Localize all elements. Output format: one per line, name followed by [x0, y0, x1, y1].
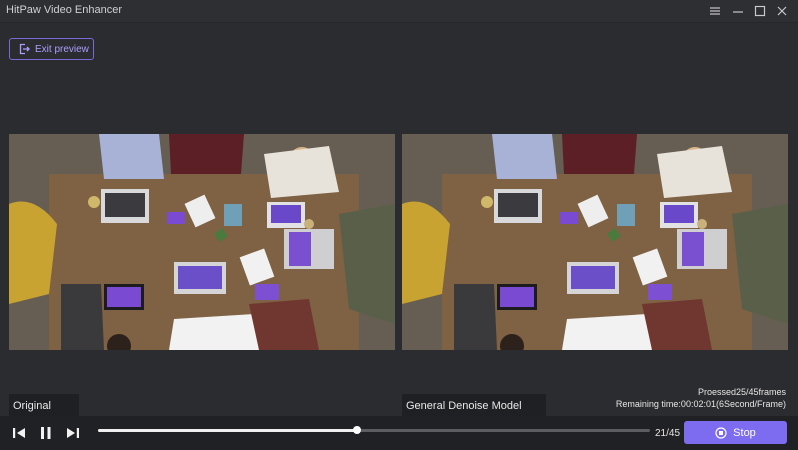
stop-icon	[715, 426, 727, 439]
next-frame-button[interactable]	[63, 424, 81, 442]
frame-counter: 21/45	[655, 428, 681, 439]
maximize-icon[interactable]	[750, 2, 770, 20]
pause-button[interactable]	[37, 424, 55, 442]
original-label: Original	[9, 394, 79, 416]
stop-button[interactable]: Stop	[684, 421, 787, 444]
model-label: General Denoise Model	[402, 394, 546, 416]
exit-preview-icon	[19, 43, 30, 55]
processed-frames-text: Proessed25/45frames	[697, 387, 786, 397]
minimize-icon[interactable]	[728, 2, 748, 20]
enhanced-video-frame	[402, 134, 788, 350]
app-title: HitPaw Video Enhancer	[6, 4, 122, 16]
processing-status: Proessed25/45frames Remaining time:00:02…	[616, 386, 786, 410]
close-icon[interactable]	[772, 2, 792, 20]
exit-preview-button[interactable]: Exit preview	[9, 38, 94, 60]
remaining-time-text: Remaining time:00:02:01(6Second/Frame)	[615, 399, 786, 409]
next-frame-icon	[67, 428, 79, 438]
pause-icon	[41, 427, 51, 439]
progress-slider[interactable]	[98, 426, 650, 434]
original-video-frame	[9, 134, 395, 350]
prev-frame-icon	[13, 428, 25, 438]
prev-frame-button[interactable]	[11, 424, 29, 442]
title-bar: HitPaw Video Enhancer	[0, 0, 798, 23]
menu-icon[interactable]	[705, 2, 725, 20]
stop-label: Stop	[733, 426, 756, 439]
exit-preview-label: Exit preview	[35, 43, 89, 55]
progress-fill	[98, 429, 358, 432]
